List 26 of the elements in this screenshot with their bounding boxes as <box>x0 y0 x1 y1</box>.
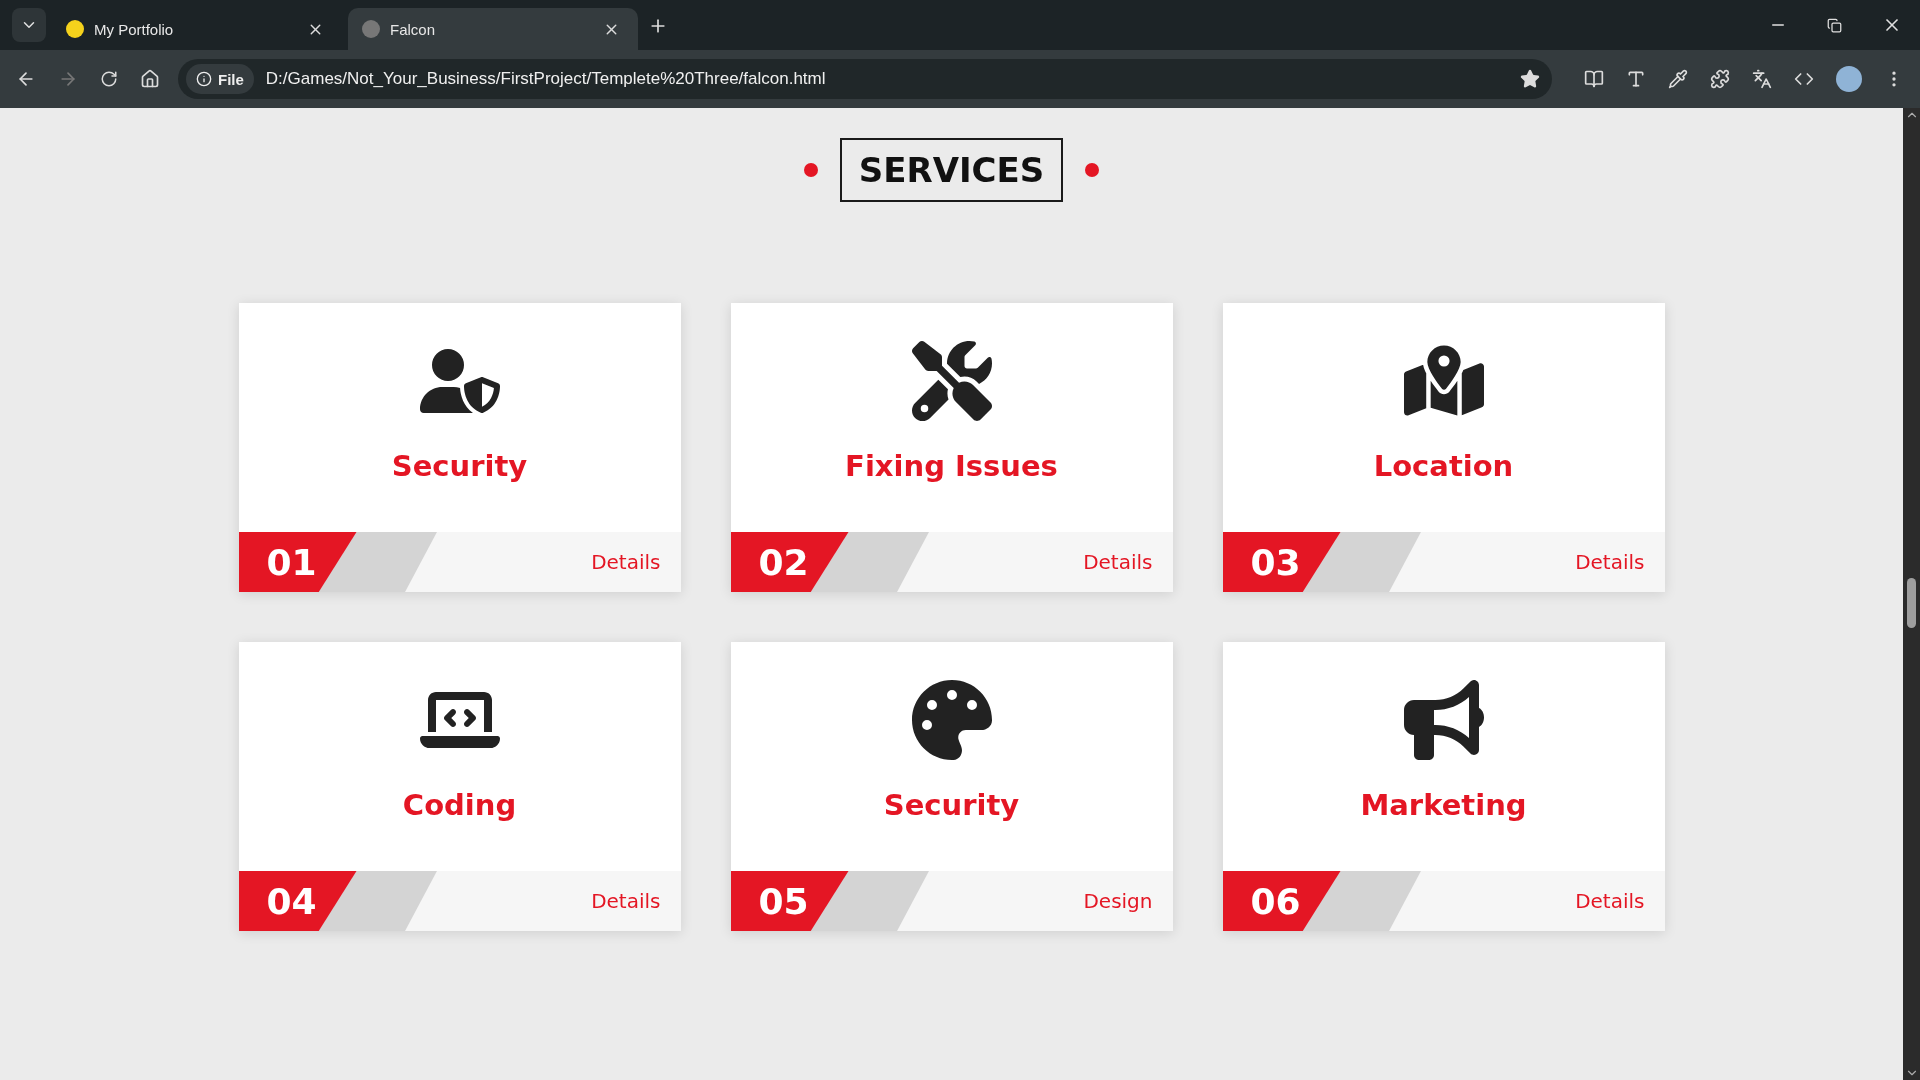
browser-tab[interactable]: Falcon <box>348 8 638 50</box>
details-link[interactable]: Design <box>1083 889 1153 913</box>
service-title: Coding <box>402 788 517 822</box>
palette-icon <box>911 680 992 760</box>
service-title: Fixing Issues <box>845 449 1058 483</box>
details-link[interactable]: Details <box>1575 889 1645 913</box>
tab-search-button[interactable] <box>12 8 46 42</box>
section-title: SERVICES <box>840 138 1063 202</box>
details-link[interactable]: Details <box>1575 550 1645 574</box>
service-title: Location <box>1373 449 1514 483</box>
service-title: Marketing <box>1360 788 1527 822</box>
details-link[interactable]: Details <box>591 550 661 574</box>
site-favicon-icon <box>362 20 380 38</box>
address-field[interactable]: D:/Games/Not_Your_Business/FirstProject/Templete%20Three/falcon.html <box>265 69 1504 89</box>
scrollbar-thumb[interactable] <box>1907 578 1916 628</box>
wrench-screwdriver-icon <box>911 341 992 421</box>
decor-dot <box>804 163 818 177</box>
megaphone-icon <box>1403 680 1484 760</box>
decor-dot <box>1085 163 1099 177</box>
details-link[interactable]: Details <box>1083 550 1153 574</box>
service-title: Security <box>391 449 528 483</box>
info-icon <box>196 71 212 87</box>
service-title: Security <box>883 788 1020 822</box>
browser-tab[interactable]: My Portfolio <box>52 8 342 50</box>
details-link[interactable]: Details <box>591 889 661 913</box>
site-info-button[interactable]: File <box>186 64 254 94</box>
